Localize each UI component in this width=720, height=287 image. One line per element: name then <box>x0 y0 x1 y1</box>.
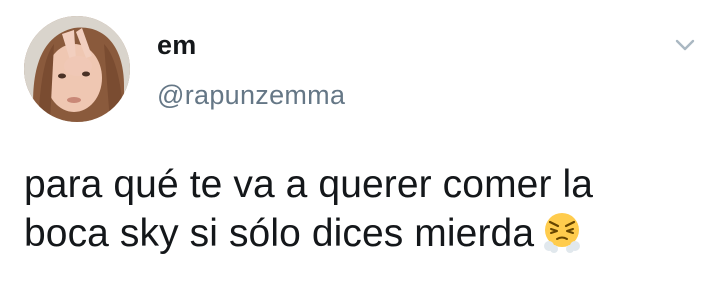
tweet-text-line-2: boca sky si sólo dices mierda <box>24 209 704 258</box>
face-with-steam-from-nose-icon <box>540 210 584 254</box>
tweet-text: para qué te va a querer comer la boca sk… <box>24 160 704 258</box>
avatar[interactable] <box>24 16 130 122</box>
chevron-down-icon[interactable] <box>672 32 698 58</box>
tweet-card[interactable]: em @rapunzemma para qué te va a querer c… <box>0 0 720 287</box>
tweet-text-line-2-content: boca sky si sólo dices mierda <box>24 212 535 255</box>
user-handle[interactable]: @rapunzemma <box>157 80 345 111</box>
display-name[interactable]: em <box>157 30 196 61</box>
tweet-text-line-1: para qué te va a querer comer la <box>24 163 594 206</box>
avatar-image <box>24 16 130 122</box>
